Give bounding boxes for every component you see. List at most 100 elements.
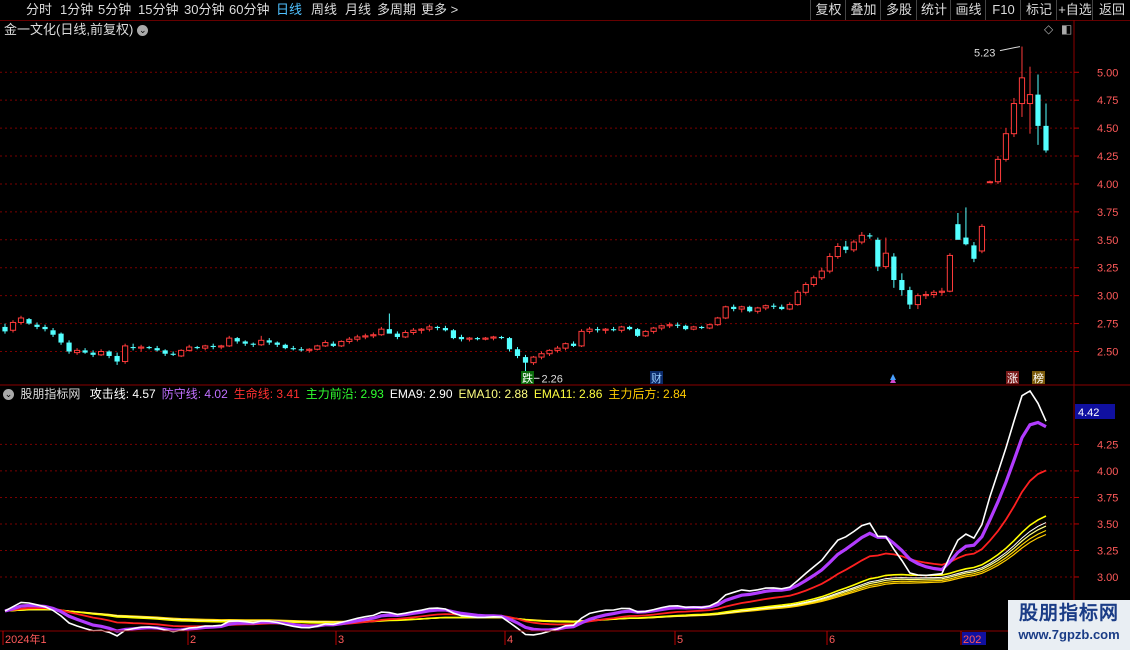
candle-body (530, 356, 537, 364)
watermark-title: 股朋指标网 (1018, 603, 1119, 624)
candle-body (418, 328, 425, 331)
candle-body (946, 254, 954, 292)
candle-body (122, 345, 129, 363)
high-arrow (999, 46, 1021, 52)
chart-canvas[interactable]: 5.00 4.75 4.50 4.25 4.00 3.75 3.50 3.25 3.00 2.75… (0, 0, 1130, 650)
candle-body (762, 305, 769, 309)
candle-body (386, 329, 392, 334)
candle-body (747, 306, 753, 312)
candle-body (474, 338, 481, 340)
candle-body (290, 348, 296, 350)
candle-body (210, 345, 216, 348)
candle-body (426, 326, 433, 330)
candle-body (875, 239, 881, 267)
candle-body (978, 225, 986, 252)
candle-body (370, 334, 377, 337)
candle-body (562, 343, 569, 349)
x-axis-label-5: 6 (829, 634, 835, 646)
candle-body (907, 290, 913, 305)
candle-body (82, 350, 88, 353)
series-line-ema9 (4, 522, 1047, 623)
candle-body (971, 245, 977, 259)
ind-ytick-label: 4.25 (1097, 439, 1118, 451)
candle-body (738, 306, 745, 310)
candle-body (434, 326, 441, 329)
candle-body (914, 295, 921, 306)
main-ytick-label: 2.75 (1097, 319, 1118, 331)
candle-body (618, 326, 625, 331)
main-ytick-label: 2.50 (1097, 346, 1118, 358)
ind-ytick-label: 3.50 (1097, 519, 1118, 531)
candle-body (882, 252, 889, 268)
candle-body (826, 256, 833, 272)
candle-body (250, 343, 256, 345)
candle-body (394, 333, 400, 337)
x-axis-label-3: 4 (507, 634, 513, 646)
candle-body (490, 336, 497, 339)
candle-body (754, 307, 761, 312)
main-ytick-label: 3.00 (1097, 291, 1118, 303)
candle-body (346, 338, 353, 342)
main-ytick-label: 3.75 (1097, 207, 1118, 219)
candle-body (73, 349, 81, 354)
candle-body (410, 329, 417, 334)
candle-body (578, 330, 585, 347)
candle-body (362, 335, 369, 338)
candle-body (34, 324, 40, 327)
ind-ytick-label: 3.25 (1097, 545, 1118, 557)
watermark-logo: 股朋指标网 www.7gpzb.com (1008, 600, 1130, 650)
candle-body (570, 343, 577, 346)
candle-body (482, 337, 489, 340)
candle-body (66, 342, 72, 352)
candle-body (955, 224, 961, 240)
main-ytick-label: 4.25 (1097, 151, 1118, 163)
candle-body (450, 330, 457, 339)
candle-body (234, 338, 240, 342)
candle-body (466, 337, 473, 340)
candle-body (1002, 133, 1010, 160)
candle-body (675, 324, 681, 326)
candle-body (42, 326, 48, 330)
candle-body (930, 291, 937, 296)
candle-body (306, 348, 313, 351)
main-ytick-label: 5.00 (1097, 67, 1118, 79)
candle-body (186, 346, 193, 351)
candle-body (1043, 125, 1049, 151)
candle-body (242, 341, 248, 344)
candle-body (602, 328, 609, 331)
candle-body (538, 353, 545, 358)
candle-body (50, 330, 56, 335)
ind-ytick-label: 3.00 (1097, 572, 1118, 584)
candle-body (114, 355, 120, 362)
main-ytick-label: 4.50 (1097, 123, 1118, 135)
candle-body (130, 347, 136, 349)
high-annotation: 5.23 (974, 48, 995, 60)
candle-body (546, 349, 553, 355)
candle-body (699, 326, 705, 329)
candle-body (994, 158, 1002, 183)
candle-body (218, 345, 225, 348)
candle-body (354, 336, 361, 340)
candle-body (714, 317, 721, 326)
marker-rank: 榜 (1033, 371, 1044, 385)
candle-body (202, 345, 209, 349)
candle-body (138, 346, 145, 349)
candle-body (274, 342, 280, 345)
candle-body (1010, 103, 1018, 135)
candle-body (771, 305, 777, 307)
candle-body (635, 329, 641, 336)
candle-body (9, 321, 17, 331)
candle-body (498, 336, 505, 339)
candle-body (642, 330, 649, 337)
current-value-label: 4.42 (1078, 407, 1099, 419)
candle-body (722, 306, 729, 319)
candle-body (258, 339, 265, 346)
candle-body (1018, 77, 1026, 105)
candle-body (97, 350, 105, 356)
candle-body (458, 336, 465, 340)
candle-body (106, 351, 112, 356)
x-axis-label-6: 202 (963, 634, 981, 646)
candle-body (626, 326, 633, 330)
watermark-url: www.7gpzb.com (1018, 627, 1120, 642)
marker-finance: 财 (651, 371, 662, 385)
